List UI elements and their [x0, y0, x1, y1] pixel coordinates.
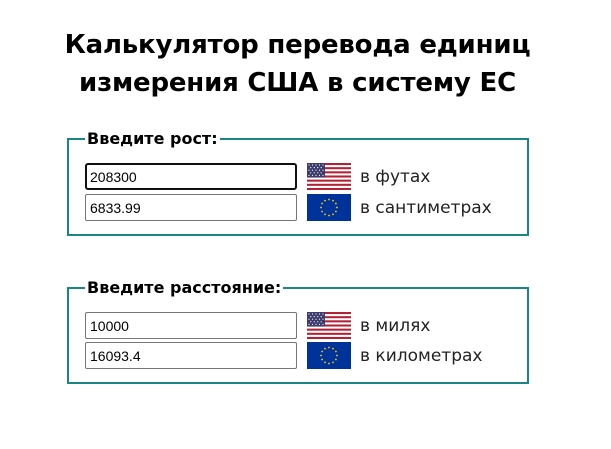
eu-flag-icon	[307, 342, 351, 369]
unit-label-feet: в футах	[360, 166, 431, 187]
distance-miles-row: в милях	[85, 312, 430, 339]
distance-legend: Введите расстояние:	[85, 278, 284, 298]
us-flag-icon	[307, 163, 351, 190]
height-legend: Введите рост:	[85, 129, 220, 149]
unit-label-miles: в милях	[360, 315, 431, 336]
distance-fieldset: Введите расстояние: 10000 в милях 16093.…	[67, 278, 529, 384]
us-flag-icon	[307, 312, 351, 339]
page-title: Калькулятор перевода единиц измерения СШ…	[64, 30, 531, 98]
height-fieldset: Введите рост: в фу	[67, 129, 529, 236]
eu-flag-icon	[307, 194, 351, 221]
height-feet-row: в футах	[85, 163, 430, 190]
distance-km-input[interactable]	[85, 342, 297, 369]
unit-label-kilometers: в километрах	[360, 345, 483, 366]
distance-miles-input[interactable]	[85, 312, 297, 339]
height-cm-input[interactable]	[85, 194, 297, 221]
height-feet-input[interactable]	[85, 163, 297, 190]
height-cm-row: в сантиметрах	[85, 194, 492, 221]
unit-label-centimeters: в сантиметрах	[360, 197, 492, 218]
distance-km-row: в километрах	[85, 342, 482, 369]
